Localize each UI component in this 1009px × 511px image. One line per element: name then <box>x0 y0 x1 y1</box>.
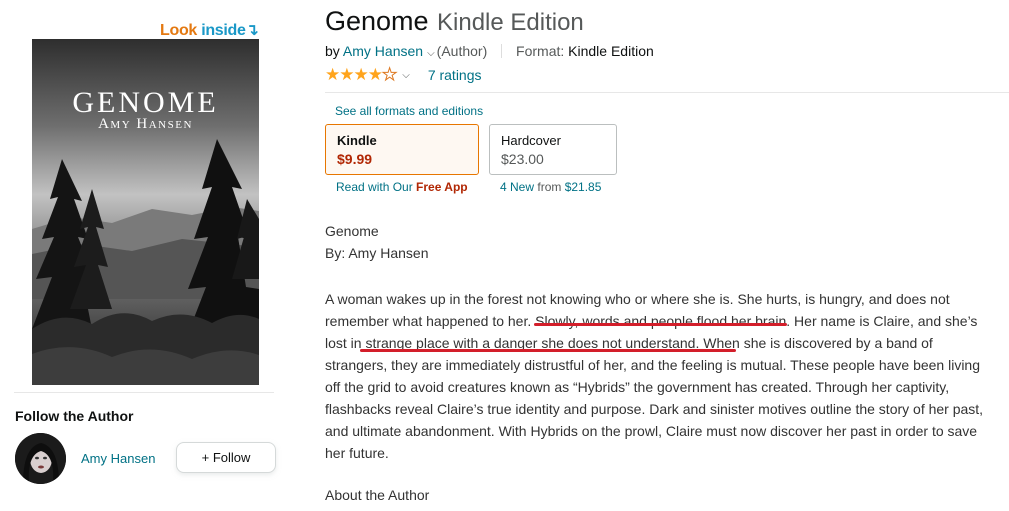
look-inside-label-look: Look <box>160 22 198 39</box>
follow-button[interactable]: + Follow <box>176 442 276 473</box>
product-edition: Kindle Edition <box>437 9 584 36</box>
chevron-down-icon[interactable]: ⌵ <box>402 70 410 81</box>
byline: by Amy Hansen ⌵ (Author) Format: Kindle Ed… <box>325 43 654 59</box>
byline-prefix: by <box>325 43 340 59</box>
divider <box>14 392 274 393</box>
format-value: Kindle Edition <box>568 43 654 59</box>
product-title: Genome Kindle Edition <box>325 6 584 37</box>
annotation-underline <box>534 323 787 326</box>
down-arrow-icon: ↴ <box>245 22 259 39</box>
hardcover-offers: 4 New from $21.85 <box>500 180 601 194</box>
divider <box>325 92 1009 93</box>
format-name: Kindle <box>337 133 377 148</box>
follow-author-name-link[interactable]: Amy Hansen <box>81 451 155 466</box>
book-cover-image[interactable]: GENOME Amy Hansen <box>32 39 259 385</box>
free-app-link[interactable]: Read with Our Free App <box>336 180 468 194</box>
look-inside-label-inside: inside <box>201 22 246 39</box>
separator <box>501 44 503 58</box>
offers-from: from <box>537 180 562 194</box>
description-byline: By: Amy Hansen <box>325 245 429 261</box>
format-option-hardcover[interactable]: Hardcover $23.00 <box>489 124 617 175</box>
look-inside-link[interactable]: Look inside↴ <box>160 20 259 40</box>
follow-author-heading: Follow the Author <box>15 408 134 424</box>
format-label: Format: <box>516 43 565 59</box>
author-link[interactable]: Amy Hansen <box>343 43 423 59</box>
description-highlight: Slowly, words and people flood her brain <box>535 313 787 329</box>
avatar-portrait-icon <box>15 433 66 484</box>
annotation-underline <box>360 349 736 352</box>
free-app-prefix: Read with Our <box>336 180 413 194</box>
product-title-text: Genome <box>325 6 429 36</box>
description-title: Genome <box>325 223 379 239</box>
description-text: . When she is discovered by a band of st… <box>325 335 984 461</box>
format-name: Hardcover <box>501 133 561 148</box>
about-author-heading: About the Author <box>325 487 430 503</box>
format-price: $23.00 <box>501 151 544 167</box>
format-price: $9.99 <box>337 151 373 167</box>
see-all-formats-link[interactable]: See all formats and editions <box>335 104 483 118</box>
chevron-down-icon[interactable]: ⌵ <box>427 48 435 59</box>
format-option-kindle[interactable]: Kindle $9.99 <box>325 124 479 175</box>
ratings-count-link[interactable]: 7 ratings <box>428 67 482 83</box>
description-body: A woman wakes up in the forest not knowi… <box>325 288 985 464</box>
free-app-bold: Free App <box>416 180 468 194</box>
cover-author: Amy Hansen <box>98 116 193 132</box>
offers-price[interactable]: $21.85 <box>565 180 602 194</box>
author-role: (Author) <box>436 43 488 59</box>
ratings-row: ★★★★★ ⌵ 7 ratings <box>325 65 482 85</box>
cover-title: GENOME <box>72 86 219 119</box>
description-text: . Her name is Claire, and she’s <box>786 313 978 329</box>
author-avatar[interactable] <box>15 433 66 484</box>
new-offers-link[interactable]: 4 New <box>500 180 534 194</box>
star-rating-icon[interactable]: ★★★★★ <box>325 65 398 85</box>
